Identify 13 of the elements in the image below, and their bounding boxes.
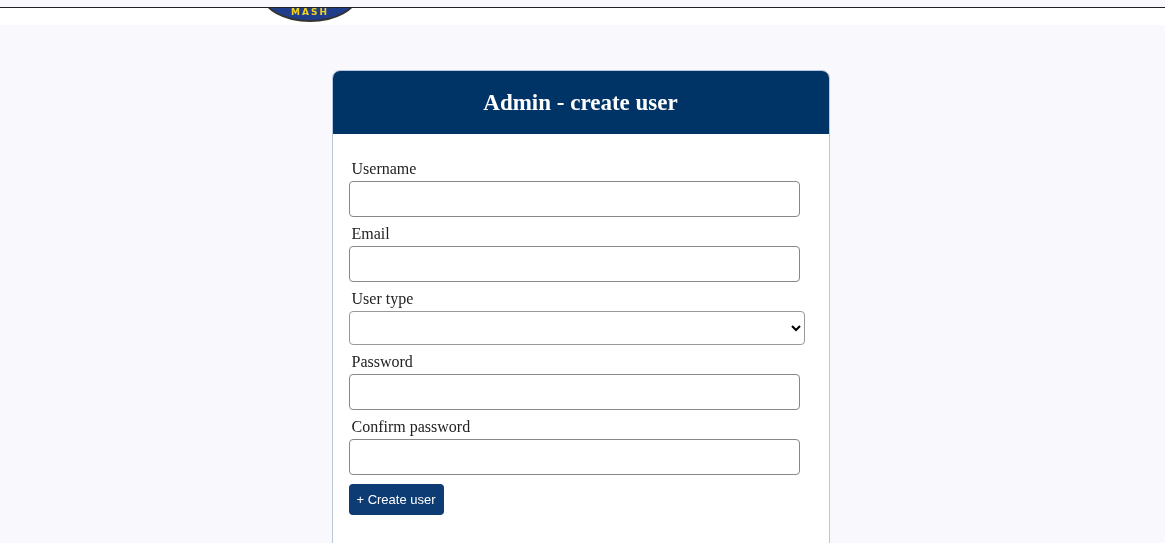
input-field[interactable] xyxy=(348,181,800,217)
select-field[interactable] xyxy=(348,311,805,345)
input-field[interactable] xyxy=(348,439,800,475)
field-label: Confirm password xyxy=(351,418,472,436)
field-label: Email xyxy=(351,225,391,243)
field-label: User type xyxy=(351,290,415,308)
logo-text: MASH xyxy=(291,8,329,17)
form-title: Admin - create user xyxy=(483,89,678,116)
create-user-button[interactable]: + Create user xyxy=(348,484,444,515)
input-field[interactable] xyxy=(348,374,800,410)
input-field[interactable] xyxy=(348,246,800,282)
field-label: Password xyxy=(351,353,414,371)
field-label: Username xyxy=(351,160,418,178)
